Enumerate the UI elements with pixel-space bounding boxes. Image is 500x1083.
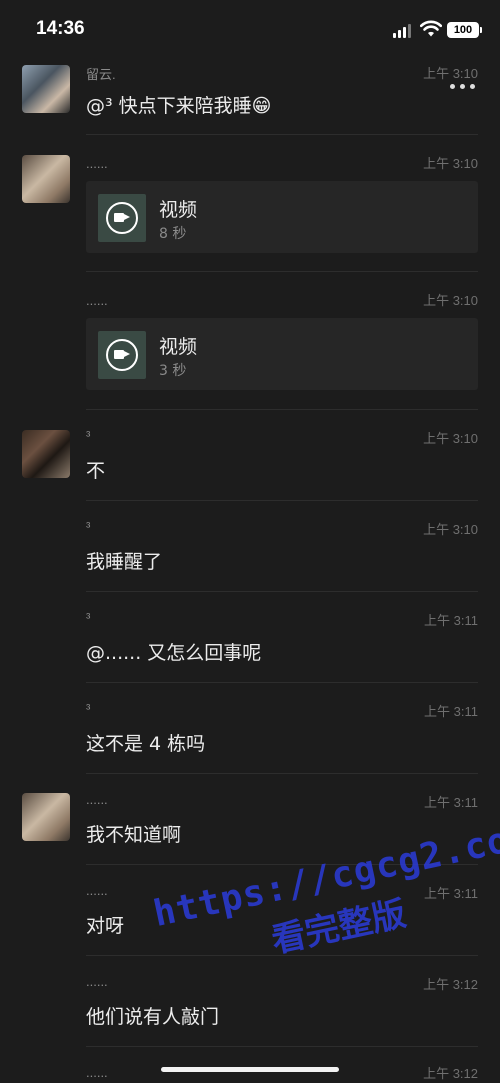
message-text[interactable]: @³ 快点下来陪我睡😁 bbox=[86, 91, 271, 118]
signal-icon bbox=[393, 24, 413, 38]
message-item: 留云. 上午 3:10 @³ 快点下来陪我睡😁 bbox=[0, 60, 500, 136]
divider bbox=[86, 134, 478, 135]
message-time: 上午 3:11 bbox=[424, 613, 478, 628]
sender-name: ...... bbox=[86, 883, 108, 898]
avatar[interactable] bbox=[22, 793, 70, 841]
wifi-icon bbox=[420, 20, 442, 37]
video-camera-icon bbox=[98, 331, 146, 379]
message-item: ³ 上午 3:10 我睡醒了 bbox=[0, 501, 500, 592]
video-title: 视频 bbox=[159, 336, 198, 358]
avatar[interactable] bbox=[22, 155, 70, 203]
divider bbox=[86, 271, 478, 272]
message-text[interactable]: 对呀 bbox=[86, 911, 124, 938]
message-item: ...... 上午 3:12 bbox=[0, 1047, 500, 1083]
message-time: 上午 3:10 bbox=[423, 156, 478, 171]
sender-name: ...... bbox=[86, 293, 108, 308]
message-time: 上午 3:11 bbox=[424, 795, 478, 810]
avatar[interactable] bbox=[22, 430, 70, 478]
message-time: 上午 3:12 bbox=[423, 977, 478, 992]
sender-name: ³ bbox=[86, 701, 91, 716]
message-item: ...... 上午 3:10 视频 3 秒 bbox=[0, 273, 500, 410]
message-time: 上午 3:10 bbox=[423, 293, 478, 308]
message-text[interactable]: 我不知道啊 bbox=[86, 820, 181, 847]
avatar[interactable] bbox=[22, 65, 70, 113]
message-time: 上午 3:10 bbox=[423, 522, 478, 537]
video-title: 视频 bbox=[159, 199, 198, 221]
message-item: ³ 上午 3:11 @...... 又怎么回事呢 bbox=[0, 592, 500, 683]
message-text[interactable]: @...... 又怎么回事呢 bbox=[86, 638, 261, 665]
message-text[interactable]: 这不是 4 栋吗 bbox=[86, 729, 205, 756]
status-bar: 14:36 100 bbox=[0, 0, 500, 60]
message-item: ³ 上午 3:11 这不是 4 栋吗 bbox=[0, 683, 500, 774]
sender-name: ...... bbox=[86, 156, 108, 171]
message-time: 上午 3:10 bbox=[423, 66, 478, 81]
sender-name: ...... bbox=[86, 792, 108, 807]
message-text[interactable]: 不 bbox=[86, 456, 105, 483]
home-indicator[interactable] bbox=[161, 1067, 339, 1072]
status-time: 14:36 bbox=[36, 18, 85, 39]
video-message[interactable]: 视频 3 秒 bbox=[86, 318, 478, 390]
sender-name: ³ bbox=[86, 428, 91, 443]
video-duration: 3 秒 bbox=[159, 363, 187, 379]
video-message[interactable]: 视频 8 秒 bbox=[86, 181, 478, 253]
battery-icon: 100 bbox=[447, 22, 482, 38]
video-camera-icon bbox=[98, 194, 146, 242]
sender-name: ...... bbox=[86, 974, 108, 989]
message-item: ...... 上午 3:12 他们说有人敲门 bbox=[0, 956, 500, 1047]
sender-name: ³ bbox=[86, 610, 91, 625]
message-time: 上午 3:12 bbox=[423, 1066, 478, 1081]
sender-name: ³ bbox=[86, 519, 91, 534]
message-text[interactable]: 他们说有人敲门 bbox=[86, 1002, 219, 1029]
message-time: 上午 3:11 bbox=[424, 704, 478, 719]
message-time: 上午 3:10 bbox=[423, 431, 478, 446]
video-duration: 8 秒 bbox=[159, 226, 187, 242]
sender-name: 留云. bbox=[86, 67, 116, 82]
message-item: ³ 上午 3:10 不 bbox=[0, 410, 500, 501]
message-item: ...... 上午 3:10 视频 8 秒 bbox=[0, 136, 500, 273]
message-text[interactable]: 我睡醒了 bbox=[86, 547, 162, 574]
sender-name: ...... bbox=[86, 1065, 108, 1080]
